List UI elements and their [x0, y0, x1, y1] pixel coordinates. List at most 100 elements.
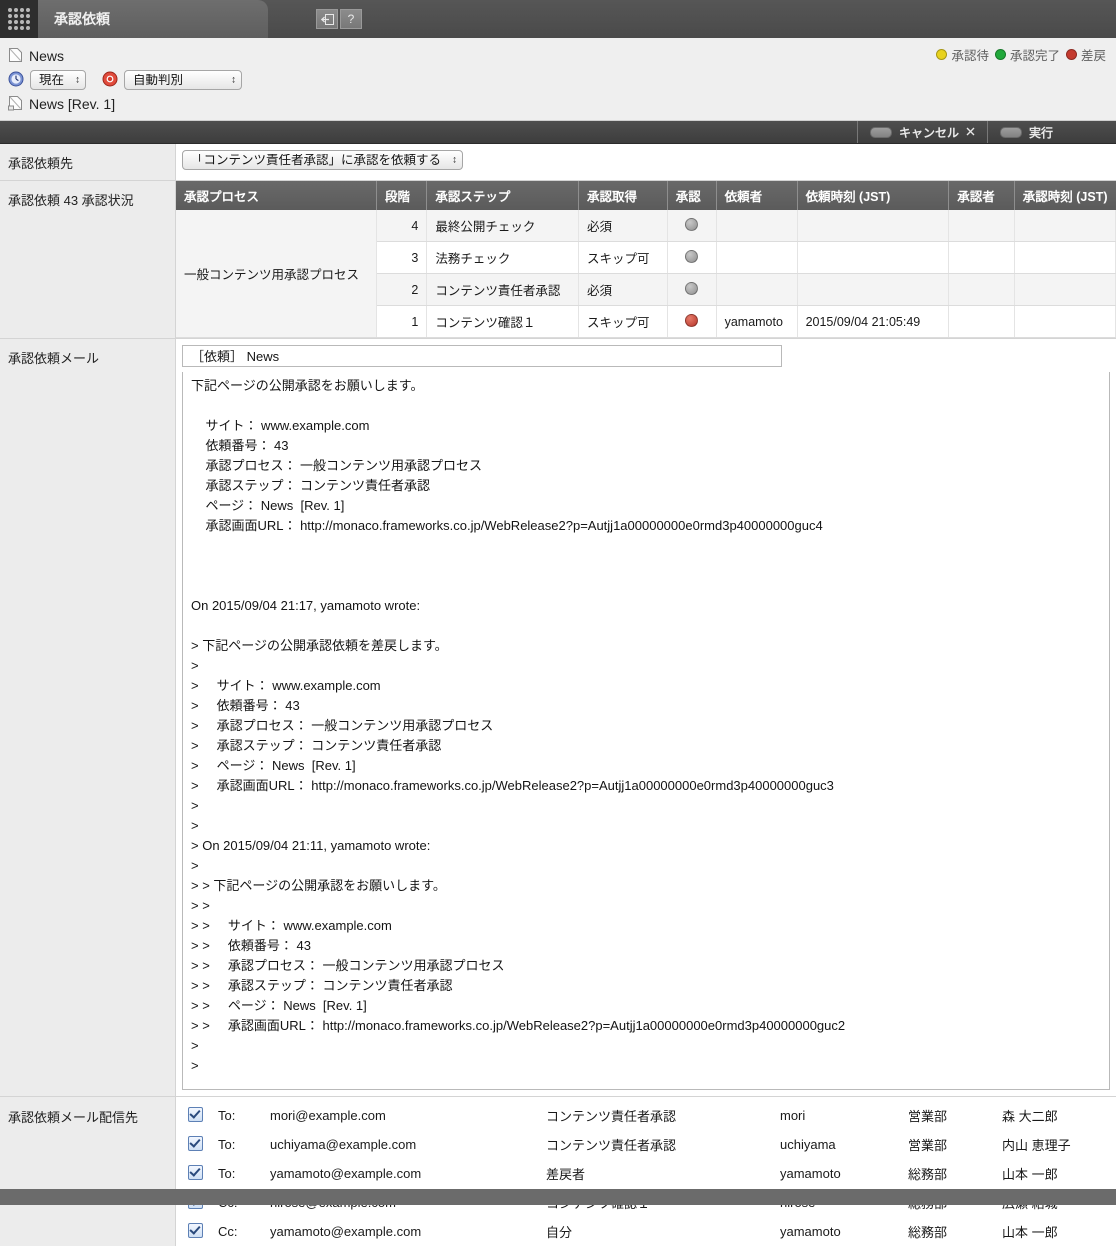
destination-row: 承認依頼先 「コンテンツ責任者承認」に承認を依頼する	[0, 144, 1116, 181]
status-request-time	[797, 273, 950, 306]
recipient-row: Cc: yamamoto@example.com 自分 yamamoto 総務部 山本 一…	[176, 1217, 1116, 1246]
status-red-dot-icon	[685, 313, 699, 327]
col-requester: 依頼者	[716, 181, 798, 210]
mail-body-area[interactable]: 下記ページの公開承認をお願いします。 サイト： www.example.com …	[182, 372, 1110, 1090]
logout-button[interactable]	[316, 9, 338, 29]
status-approve-time	[1014, 273, 1116, 306]
status-gray-dot-icon	[685, 217, 699, 231]
status-stage: 3	[376, 241, 428, 274]
cancel-pill-icon	[869, 126, 892, 138]
recipient-checkbox[interactable]	[187, 1106, 203, 1122]
record-icon	[102, 71, 118, 90]
approval-status-table: 承認プロセス 段階 承認ステップ 承認取得 承認 依頼者 依頼時刻 (JST) …	[176, 181, 1116, 338]
execute-button[interactable]: 実行	[987, 121, 1116, 143]
recipient-name: 内山 恵理子	[1002, 1138, 1071, 1153]
recipient-address: yamamoto@example.com	[270, 1166, 422, 1181]
status-step: コンテンツ確認１	[426, 305, 580, 338]
status-step: コンテンツ責任者承認	[426, 273, 580, 306]
legend-dot-pending	[936, 49, 948, 60]
col-acquire: 承認取得	[578, 181, 668, 210]
recipient-user: mori	[780, 1108, 806, 1123]
recipient-checkbox-cell[interactable]	[176, 1130, 214, 1159]
recipient-checkbox-cell[interactable]	[176, 1159, 214, 1188]
revision-title: News [Rev. 1]	[29, 96, 116, 112]
mail-label: 承認依頼メール	[0, 339, 176, 1096]
col-approver: 承認者	[948, 181, 1015, 210]
app-menu-button[interactable]	[0, 0, 38, 38]
status-stage: 2	[376, 273, 428, 306]
status-table-row: 一般コンテンツ用承認プロセス 4 最終公開チェック 必須	[176, 210, 1116, 338]
mode-select-wrap: 自動判別	[124, 70, 242, 90]
execute-label: 実行	[1029, 125, 1054, 140]
clock-icon	[8, 71, 24, 90]
recipient-checkbox[interactable]	[187, 1135, 203, 1151]
status-request-time	[797, 210, 950, 242]
status-stage: 1	[376, 305, 428, 338]
time-select[interactable]: 現在	[30, 70, 86, 90]
page-revision-icon	[8, 95, 23, 114]
status-approve-time	[1014, 241, 1116, 274]
recipient-name: 山本 一郎	[1002, 1167, 1058, 1182]
recipient-checkbox[interactable]	[187, 1164, 203, 1180]
recipient-kind: To:	[218, 1166, 236, 1181]
title-bar: 承認依頼 ?	[0, 0, 1116, 38]
recipient-checkbox[interactable]	[187, 1222, 203, 1238]
dot-grid-icon	[8, 8, 30, 30]
status-stage: 4	[376, 210, 428, 242]
col-approve-time: 承認時刻 (JST)	[1014, 181, 1116, 210]
recipients-row: 承認依頼メール配信先 To: mori@example.com コンテンツ責任者承認…	[0, 1097, 1116, 1246]
page-title: News	[29, 48, 65, 64]
col-stage: 段階	[376, 181, 428, 210]
recipient-role: 自分	[546, 1225, 573, 1240]
recipient-kind: Cc:	[218, 1224, 238, 1239]
recipient-dept: 総務部	[908, 1225, 948, 1240]
recipients-label: 承認依頼メール配信先	[0, 1097, 176, 1246]
status-acquire: スキップ可	[578, 305, 668, 338]
mail-subject-input[interactable]: ［依頼］ News	[182, 345, 782, 367]
destination-select[interactable]: 「コンテンツ責任者承認」に承認を依頼する	[182, 150, 463, 170]
page-controls-row: 現在 自動判別	[8, 68, 1108, 92]
recipient-checkbox-cell[interactable]	[176, 1217, 214, 1246]
status-dot-cell	[667, 210, 717, 242]
col-process: 承認プロセス	[176, 181, 378, 210]
status-step: 法務チェック	[426, 241, 580, 274]
page-header: 承認待 承認完了 差戻 News 現在 ↕ 自動判別 ↕ News [Rev. …	[0, 38, 1116, 121]
recipient-name: 森 大二郎	[1002, 1109, 1058, 1124]
tab-label: 承認依頼	[54, 11, 110, 27]
col-request-time: 依頼時刻 (JST)	[797, 181, 950, 210]
recipients-table-wrap: To: mori@example.com コンテンツ責任者承認 mori 営業部 森 大二…	[176, 1097, 1116, 1246]
legend-item-returned: 差戻	[1065, 45, 1106, 64]
action-bar: キャンセル 実行	[0, 121, 1116, 144]
recipient-row: To: yamamoto@example.com 差戻者 yamamoto 総務部 山本 …	[176, 1159, 1116, 1188]
legend-label-returned: 差戻	[1080, 49, 1106, 63]
recipient-row: To: uchiyama@example.com コンテンツ責任者承認 uchiyam…	[176, 1130, 1116, 1159]
recipient-dept: 総務部	[908, 1167, 948, 1182]
destination-label: 承認依頼先	[0, 144, 176, 180]
close-icon	[966, 125, 975, 139]
recipient-role: 差戻者	[546, 1167, 586, 1182]
mode-select[interactable]: 自動判別	[124, 70, 242, 90]
recipient-checkbox-cell[interactable]	[176, 1101, 214, 1130]
status-step: 最終公開チェック	[426, 210, 580, 242]
recipients-table-body: To: mori@example.com コンテンツ責任者承認 mori 営業部 森 大二…	[176, 1101, 1116, 1246]
mail-row: 承認依頼メール ［依頼］ News 下記ページの公開承認をお願いします。 サイト…	[0, 339, 1116, 1097]
titlebar-buttons: ?	[316, 0, 362, 38]
recipient-user: yamamoto	[780, 1166, 841, 1181]
status-approve-time	[1014, 305, 1116, 338]
tab-approval-request[interactable]: 承認依頼	[38, 0, 268, 38]
status-row: 承認依頼 43 承認状況 承認プロセス 段階 承認ステップ 承認取得 承認 依頼…	[0, 181, 1116, 339]
execute-pill-icon	[1000, 126, 1022, 138]
mail-field: ［依頼］ News 下記ページの公開承認をお願いします。 サイト： www.ex…	[176, 339, 1116, 1096]
status-table-head: 承認プロセス 段階 承認ステップ 承認取得 承認 依頼者 依頼時刻 (JST) …	[176, 181, 1116, 210]
status-approver	[948, 305, 1015, 338]
status-requester	[716, 210, 798, 242]
page-icon	[8, 47, 23, 66]
cancel-button[interactable]: キャンセル	[856, 121, 987, 143]
help-button[interactable]: ?	[340, 9, 362, 29]
help-label: ?	[347, 12, 355, 26]
recipient-role: コンテンツ責任者承認	[546, 1138, 677, 1153]
recipient-address: yamamoto@example.com	[270, 1224, 422, 1239]
status-legend: 承認待 承認完了 差戻	[936, 45, 1106, 64]
status-table-wrap: 承認プロセス 段階 承認ステップ 承認取得 承認 依頼者 依頼時刻 (JST) …	[176, 181, 1116, 338]
revision-title-row: News [Rev. 1]	[8, 92, 1108, 116]
